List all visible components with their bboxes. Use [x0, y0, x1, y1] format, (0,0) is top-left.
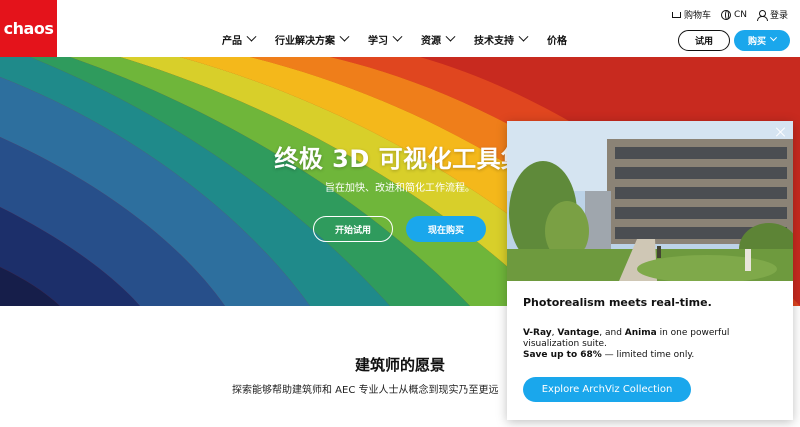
site-header: chaos 购物车 CN 登录 产品 行业解决方案 学习 资源 技术支持 价格 …	[0, 0, 800, 57]
body-separator: , and	[599, 328, 625, 338]
login-link[interactable]: 登录	[756, 8, 788, 21]
nav-label: 学习	[368, 35, 388, 47]
header-buy-button[interactable]: 购买	[734, 30, 790, 51]
utility-bar: 购物车 CN 登录	[671, 8, 788, 21]
building-render-image	[507, 121, 793, 281]
nav-item-support[interactable]: 技术支持	[474, 31, 529, 47]
cart-link[interactable]: 购物车	[671, 8, 711, 21]
nav-label: 价格	[547, 35, 567, 47]
language-label: CN	[733, 9, 747, 20]
chaos-logo[interactable]: chaos	[0, 0, 57, 57]
promo-popup: Photorealism meets real-time. V-Ray, Van…	[507, 121, 793, 420]
logo-text: chaos	[3, 19, 54, 38]
hero-buy-label: 现在购买	[427, 225, 464, 236]
nav-item-industries[interactable]: 行业解决方案	[275, 31, 350, 47]
product-vantage: Vantage	[557, 328, 600, 338]
buy-label: 购买	[747, 37, 766, 47]
product-vray: V-Ray	[523, 328, 552, 338]
trial-label: 试用	[694, 37, 713, 47]
login-label: 登录	[769, 11, 788, 21]
section-text: 探索能够帮助建筑师和 AEC 专业人士从概念到现实乃至更远	[232, 385, 499, 396]
chevron-down-icon	[445, 31, 456, 42]
chevron-down-icon	[339, 31, 350, 42]
nav-label: 资源	[421, 35, 441, 47]
nav-item-pricing[interactable]: 价格	[547, 32, 567, 47]
nav-item-learn[interactable]: 学习	[368, 31, 403, 47]
hero-trial-button[interactable]: 开始试用	[313, 216, 393, 242]
language-selector[interactable]: CN	[720, 9, 747, 20]
savings-note: — limited time only.	[601, 350, 695, 360]
savings-text: Save up to 68%	[523, 350, 602, 360]
hero-buy-button[interactable]: 现在购买	[406, 216, 486, 242]
close-icon[interactable]	[775, 126, 787, 138]
chevron-down-icon	[246, 31, 257, 42]
chevron-down-icon	[518, 31, 529, 42]
nav-item-resources[interactable]: 资源	[421, 31, 456, 47]
cta-label: Explore ArchViz Collection	[541, 384, 673, 395]
hero-buttons: 开始试用 现在购买	[313, 216, 486, 242]
nav-label: 技术支持	[474, 35, 514, 47]
chevron-down-icon	[769, 34, 778, 42]
popup-heading: Photorealism meets real-time.	[523, 296, 712, 309]
popup-body: V-Ray, Vantage, and Anima in one powerfu…	[523, 328, 773, 361]
nav-item-products[interactable]: 产品	[222, 31, 257, 47]
chevron-down-icon	[392, 31, 403, 42]
explore-archviz-button[interactable]: Explore ArchViz Collection	[523, 377, 691, 402]
cart-label: 购物车	[683, 11, 711, 21]
main-nav: 产品 行业解决方案 学习 资源 技术支持 价格	[222, 30, 567, 48]
product-anima: Anima	[624, 328, 657, 338]
globe-icon	[720, 9, 731, 20]
hero-trial-label: 开始试用	[334, 225, 371, 236]
nav-label: 行业解决方案	[275, 35, 335, 47]
user-icon	[756, 9, 768, 21]
cart-icon	[671, 12, 681, 18]
nav-label: 产品	[222, 35, 242, 47]
header-trial-button[interactable]: 试用	[678, 30, 730, 51]
